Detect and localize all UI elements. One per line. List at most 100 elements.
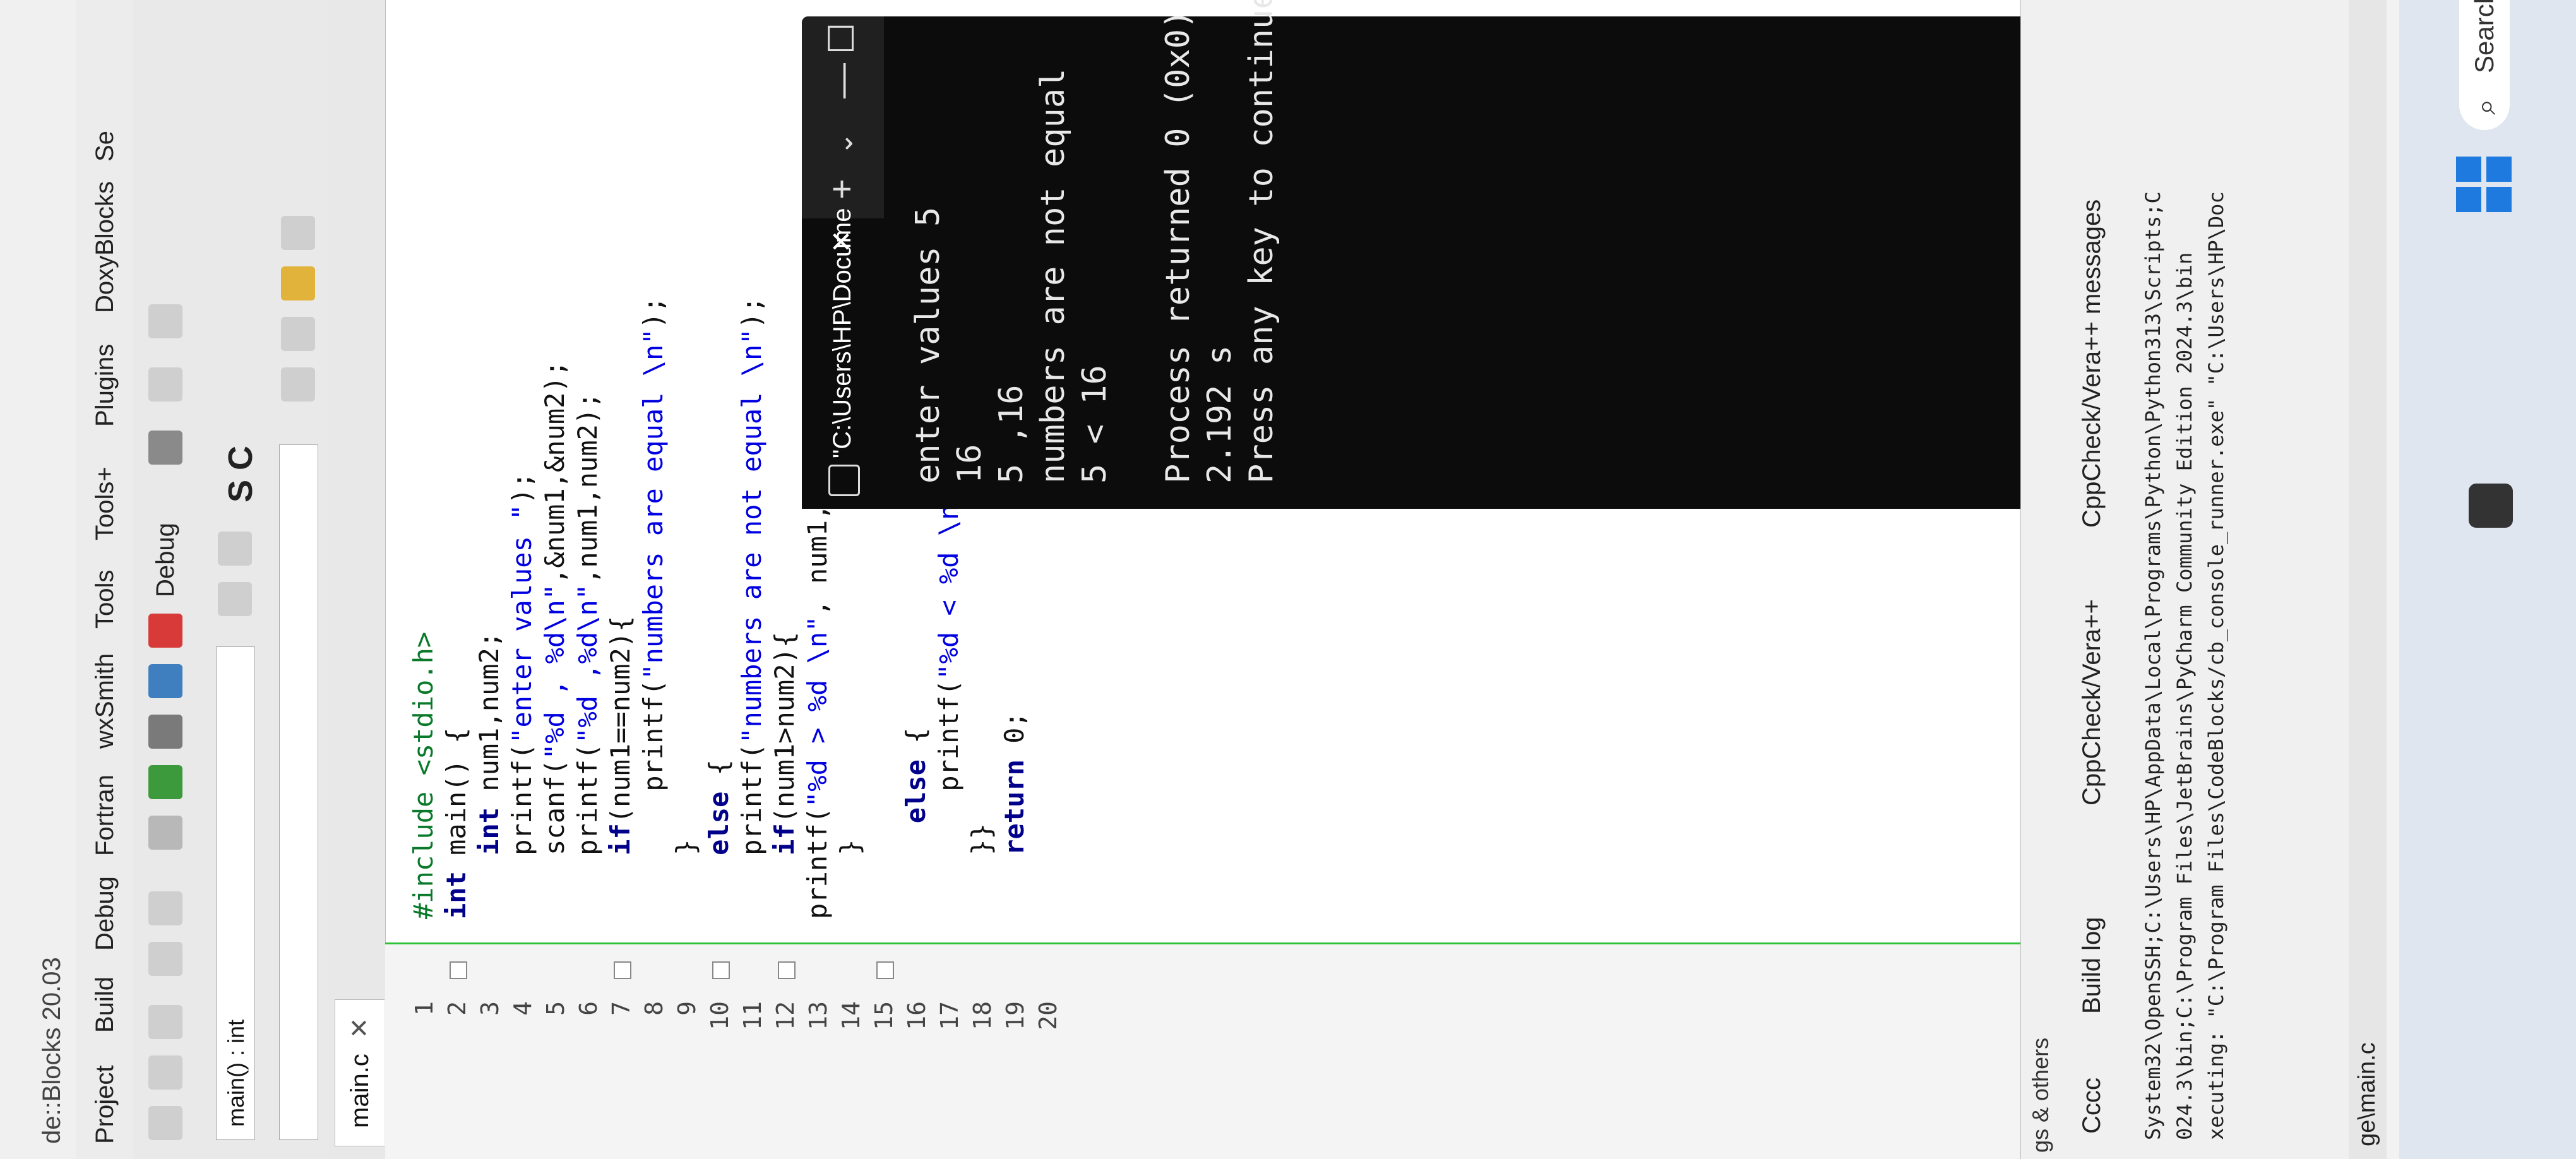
menu-wxsmith[interactable]: wxSmith [91, 653, 119, 749]
menu-bar: Project Build Debug Fortran wxSmith Tool… [76, 0, 133, 1159]
line-number: 20 [1034, 1001, 1062, 1030]
fold-marker[interactable] [778, 961, 796, 979]
code-line[interactable]: if(num1>num2){ [769, 632, 800, 919]
tab-cppcheck[interactable]: CppCheck/Vera++ [2078, 599, 2106, 805]
line-number: 4 [509, 1001, 537, 1016]
code-line[interactable]: scanf("%d , %d\n",&num1,&num2); [539, 360, 570, 919]
search-icon: ⌕ [2469, 98, 2501, 115]
gear-icon[interactable] [148, 816, 182, 850]
menu-settings[interactable]: Se [91, 131, 119, 162]
chevron-down-icon[interactable]: ⌄ [827, 132, 859, 155]
search-toolbar [265, 0, 329, 1159]
code-line[interactable]: #include <stdio.h> [408, 632, 439, 919]
find-icon[interactable] [148, 942, 182, 976]
code-line[interactable]: printf("enter values "); [506, 472, 537, 919]
fold-marker[interactable] [614, 961, 631, 979]
code-line[interactable]: int num1,num2; [474, 632, 504, 919]
menu-fortran[interactable]: Fortran [91, 775, 119, 856]
fold-marker[interactable] [712, 961, 730, 979]
windows-start-icon[interactable] [2456, 155, 2513, 212]
console-tabbar: "C:\Users\HP\Docume ✕ + ⌄ — ☐ [802, 16, 884, 509]
task-view-icon[interactable] [2469, 484, 2513, 528]
menu-project[interactable]: Project [91, 1066, 119, 1144]
match-case-icon[interactable] [281, 216, 315, 250]
arrow-up-icon[interactable] [281, 317, 315, 351]
rebuild-icon[interactable] [148, 664, 182, 698]
console-window: "C:\Users\HP\Docume ✕ + ⌄ — ☐ enter valu… [802, 0, 2058, 509]
text-tool-label[interactable]: S C [221, 446, 260, 502]
tab-build-log[interactable]: Build log [2078, 917, 2106, 1014]
line-number: 14 [837, 1001, 865, 1030]
console-line: 5 < 16 [1076, 365, 1114, 484]
highlight-icon[interactable] [281, 266, 315, 300]
app-title: de::Blocks 20.03 [38, 957, 66, 1144]
screen: de::Blocks 20.03 Project Build Debug For… [0, 0, 2576, 1159]
taskbar-search[interactable]: ⌕ Search [2459, 0, 2510, 130]
tab-cppcheck-messages[interactable]: CppCheck/Vera++ messages [2078, 199, 2106, 528]
line-number: 2 [443, 1001, 471, 1016]
search-label: Search [2469, 0, 2499, 73]
code-line[interactable]: } [835, 840, 866, 919]
menu-tools[interactable]: Tools [91, 570, 119, 629]
paste-icon[interactable] [148, 1005, 182, 1039]
line-number: 16 [903, 1001, 931, 1030]
build-run-icon[interactable] [148, 715, 182, 749]
menu-build[interactable]: Build [91, 977, 119, 1033]
menu-plugins[interactable]: Plugins [91, 344, 119, 427]
code-line[interactable]: else { [703, 759, 734, 919]
tab-main-c[interactable]: main.c ✕ [335, 999, 385, 1146]
line-number: 15 [870, 1001, 898, 1030]
new-tab-icon[interactable]: + [821, 179, 862, 199]
status-file: ge\main.c [2354, 1042, 2380, 1146]
close-icon[interactable]: ✕ [826, 230, 858, 253]
editor-tabstrip: main.c ✕ [328, 0, 386, 1159]
code-line[interactable]: else { [900, 728, 931, 919]
build-target-label[interactable]: Debug [152, 523, 180, 597]
menu-doxyblocks[interactable]: DoxyBlocks [91, 181, 119, 313]
console-line: 2.192 s [1201, 345, 1239, 484]
run-icon[interactable] [148, 765, 182, 799]
maximize-icon[interactable]: ☐ [821, 23, 862, 54]
arrow-down-icon[interactable] [281, 367, 315, 401]
code-line[interactable]: printf("%d ,%d\n",num1,num2); [572, 393, 603, 919]
search-combo[interactable] [279, 444, 318, 1140]
fold-marker[interactable] [450, 961, 467, 979]
close-icon[interactable]: ✕ [346, 1018, 374, 1039]
console-tab[interactable]: "C:\Users\HP\Docume ✕ [802, 208, 884, 509]
replace-icon[interactable] [148, 891, 182, 925]
zoom-in-icon[interactable] [218, 582, 252, 616]
copy-icon[interactable] [148, 1055, 182, 1090]
code-line[interactable]: if(num1==num2){ [605, 616, 636, 919]
cut-icon[interactable] [148, 1106, 182, 1140]
function-scope-value: main() : int [223, 1019, 249, 1127]
console-line: enter values 5 [909, 206, 947, 484]
console-line: Press any key to continue. [1243, 0, 1280, 484]
tab-cccc[interactable]: Cccc [2078, 1078, 2106, 1134]
logs-title: gs & others [2027, 1037, 2053, 1153]
log-message: xecuting: "C:\Program Files\CodeBlocks/c… [2204, 191, 2228, 1140]
step-icon[interactable] [148, 367, 182, 401]
code-line[interactable]: } [671, 840, 701, 919]
menu-tools-plus[interactable]: Tools+ [91, 467, 119, 540]
menu-debug[interactable]: Debug [91, 876, 119, 951]
code-line[interactable]: printf("numbers are not equal \n"); [736, 297, 767, 919]
log-message: 024.3\bin;C:\Program Files\JetBrains\PyC… [2173, 252, 2197, 1140]
code-line[interactable]: int main() { [441, 728, 472, 919]
line-number: 7 [607, 1001, 635, 1016]
line-number: 3 [476, 1001, 504, 1016]
info-icon[interactable] [148, 304, 182, 338]
fold-marker[interactable] [876, 961, 894, 979]
line-number: 12 [772, 1001, 799, 1030]
code-line[interactable]: printf("numbers are equal \n"); [638, 297, 669, 919]
title-bar: de::Blocks 20.03 [0, 0, 76, 1159]
console-line: Process returned 0 (0x0) execution time … [1159, 0, 1197, 484]
zoom-out-icon[interactable] [218, 532, 252, 566]
function-scope-select[interactable]: main() : int [216, 646, 255, 1140]
code-line[interactable]: return 0; [999, 711, 1030, 919]
code-line[interactable]: }} [966, 823, 997, 919]
abort-icon[interactable] [148, 614, 182, 648]
line-number: 18 [969, 1001, 996, 1030]
line-number: 9 [673, 1001, 701, 1016]
minimize-icon[interactable]: — [821, 63, 862, 98]
debug-icon[interactable] [148, 431, 182, 465]
